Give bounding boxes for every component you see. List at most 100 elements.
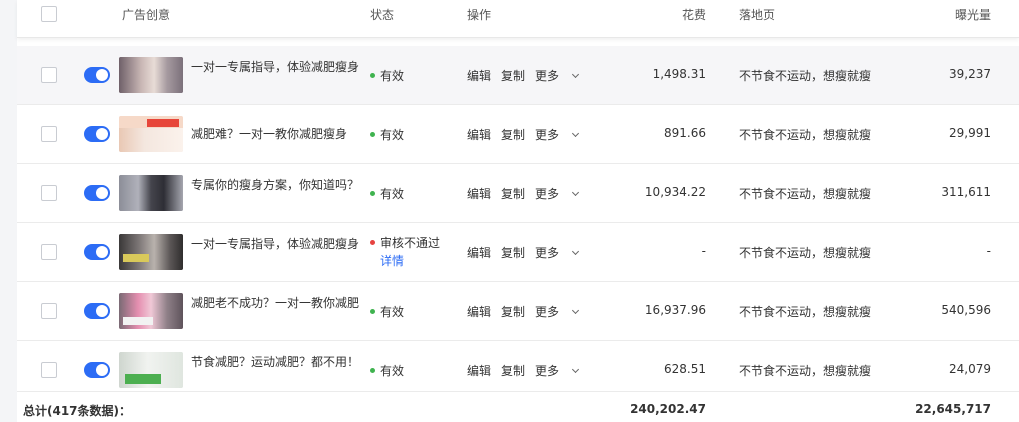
thumbnail-band bbox=[123, 254, 149, 262]
toggle-knob bbox=[96, 364, 108, 376]
edit-link[interactable]: 编辑 bbox=[467, 69, 491, 83]
table-row: 专属你的瘦身方案，你知道吗？ 有效 编辑 复制 更多 10,934.22 不节食不运… bbox=[17, 164, 1019, 223]
status-detail-link[interactable]: 详情 bbox=[380, 252, 440, 270]
copy-link[interactable]: 复制 bbox=[501, 128, 525, 142]
spend-value: 1,498.31 bbox=[652, 67, 706, 81]
more-dropdown[interactable]: 更多 bbox=[535, 364, 580, 378]
copy-link[interactable]: 复制 bbox=[501, 69, 525, 83]
column-header-creative[interactable]: 广告创意 bbox=[122, 0, 170, 30]
edit-link[interactable]: 编辑 bbox=[467, 187, 491, 201]
select-all-checkbox[interactable] bbox=[41, 6, 57, 22]
column-header-status[interactable]: 状态 bbox=[370, 0, 394, 30]
creative-title[interactable]: 减肥难？一对一教你减肥瘦身 bbox=[191, 124, 361, 144]
table-row: 减肥老不成功？一对一教你减肥 有效 编辑 复制 更多 16,937.96 不节食不运… bbox=[17, 282, 1019, 341]
impressions-value: 540,596 bbox=[941, 303, 991, 317]
creative-thumbnail[interactable] bbox=[119, 116, 183, 152]
status-cell: 审核不通过 详情 bbox=[370, 234, 440, 270]
creative-title[interactable]: 专属你的瘦身方案，你知道吗？ bbox=[191, 175, 361, 215]
row-actions: 编辑 复制 更多 bbox=[467, 67, 588, 84]
more-dropdown[interactable]: 更多 bbox=[535, 69, 580, 83]
landing-page-link[interactable]: 不节食不运动，想瘦就瘦 bbox=[739, 67, 871, 84]
status-text: 有效 bbox=[380, 364, 405, 378]
copy-link[interactable]: 复制 bbox=[501, 305, 525, 319]
row-actions: 编辑 复制 更多 bbox=[467, 126, 588, 143]
creative-title[interactable]: 节食减肥？运动减肥？都不用！ bbox=[191, 352, 361, 392]
table-row: 一对一专属指导，体验减肥瘦身 有效 编辑 复制 更多 1,498.31 不节食不运动… bbox=[17, 46, 1019, 105]
status-cell: 有效 bbox=[370, 67, 404, 84]
thumbnail-band bbox=[119, 175, 183, 211]
status-cell: 有效 bbox=[370, 303, 404, 320]
toggle-knob bbox=[96, 305, 108, 317]
status-cell: 有效 bbox=[370, 185, 404, 202]
column-header-impressions[interactable]: 曝光量 bbox=[857, 0, 991, 30]
status-dot bbox=[370, 240, 375, 245]
landing-page-link[interactable]: 不节食不运动，想瘦就瘦 bbox=[739, 126, 871, 143]
enable-toggle[interactable] bbox=[84, 67, 110, 83]
landing-page-link[interactable]: 不节食不运动，想瘦就瘦 bbox=[739, 303, 871, 320]
toggle-knob bbox=[96, 128, 108, 140]
status-dot bbox=[370, 309, 375, 314]
landing-page-link[interactable]: 不节食不运动，想瘦就瘦 bbox=[739, 362, 871, 379]
more-dropdown[interactable]: 更多 bbox=[535, 246, 580, 260]
creative-title[interactable]: 一对一专属指导，体验减肥瘦身 bbox=[191, 234, 361, 274]
row-checkbox[interactable] bbox=[41, 67, 57, 83]
column-header-spend[interactable]: 花费 bbox=[577, 0, 706, 30]
edit-link[interactable]: 编辑 bbox=[467, 364, 491, 378]
creative-thumbnail[interactable] bbox=[119, 175, 183, 211]
edit-link[interactable]: 编辑 bbox=[467, 128, 491, 142]
creative-thumbnail[interactable] bbox=[119, 57, 183, 93]
status-dot bbox=[370, 132, 375, 137]
thumbnail-band bbox=[119, 57, 183, 93]
row-checkbox[interactable] bbox=[41, 303, 57, 319]
landing-page-link[interactable]: 不节食不运动，想瘦就瘦 bbox=[739, 244, 871, 261]
spend-value: - bbox=[701, 244, 706, 258]
status-text: 有效 bbox=[380, 69, 405, 83]
table-footer-summary: 总计(417条数据)： 240,202.47 22,645,717 bbox=[17, 391, 1019, 422]
spend-value: 16,937.96 bbox=[644, 303, 706, 317]
enable-toggle[interactable] bbox=[84, 126, 110, 142]
total-spend: 240,202.47 bbox=[630, 402, 706, 416]
row-actions: 编辑 复制 更多 bbox=[467, 362, 588, 379]
status-text: 有效 bbox=[380, 128, 405, 142]
creative-title[interactable]: 减肥老不成功？一对一教你减肥 bbox=[191, 293, 361, 333]
status-dot bbox=[370, 368, 375, 373]
copy-link[interactable]: 复制 bbox=[501, 246, 525, 260]
creative-thumbnail[interactable] bbox=[119, 234, 183, 270]
creative-thumbnail[interactable] bbox=[119, 293, 183, 329]
enable-toggle[interactable] bbox=[84, 244, 110, 260]
edit-link[interactable]: 编辑 bbox=[467, 305, 491, 319]
row-actions: 编辑 复制 更多 bbox=[467, 244, 588, 261]
total-label: 总计(417条数据)： bbox=[23, 404, 132, 418]
spend-value: 628.51 bbox=[664, 362, 706, 376]
thumbnail-band bbox=[125, 374, 161, 384]
thumbnail-band bbox=[119, 234, 183, 270]
more-dropdown[interactable]: 更多 bbox=[535, 305, 580, 319]
total-impressions: 22,645,717 bbox=[915, 402, 991, 416]
enable-toggle[interactable] bbox=[84, 362, 110, 378]
creative-thumbnail[interactable] bbox=[119, 352, 183, 388]
enable-toggle[interactable] bbox=[84, 303, 110, 319]
status-text: 有效 bbox=[380, 187, 405, 201]
status-dot bbox=[370, 73, 375, 78]
more-dropdown[interactable]: 更多 bbox=[535, 128, 580, 142]
landing-page-link[interactable]: 不节食不运动，想瘦就瘦 bbox=[739, 185, 871, 202]
spend-value: 10,934.22 bbox=[644, 185, 706, 199]
thumbnail-band bbox=[147, 119, 179, 127]
row-checkbox[interactable] bbox=[41, 185, 57, 201]
creative-title[interactable]: 一对一专属指导，体验减肥瘦身 bbox=[191, 57, 361, 97]
column-header-actions: 操作 bbox=[467, 8, 492, 22]
copy-link[interactable]: 复制 bbox=[501, 187, 525, 201]
ad-creative-table: 广告创意 状态 操作 花费 落地页 曝光量 一对一专属指导，体验减肥瘦身 有效 … bbox=[17, 0, 1019, 422]
row-checkbox[interactable] bbox=[41, 126, 57, 142]
copy-link[interactable]: 复制 bbox=[501, 364, 525, 378]
toggle-knob bbox=[96, 246, 108, 258]
spend-value: 891.66 bbox=[664, 126, 706, 140]
enable-toggle[interactable] bbox=[84, 185, 110, 201]
row-checkbox[interactable] bbox=[41, 244, 57, 260]
table-header: 广告创意 状态 操作 花费 落地页 曝光量 bbox=[17, 0, 1019, 38]
more-dropdown[interactable]: 更多 bbox=[535, 187, 580, 201]
impressions-value: 311,611 bbox=[941, 185, 991, 199]
column-header-landing-page[interactable]: 落地页 bbox=[739, 0, 775, 30]
edit-link[interactable]: 编辑 bbox=[467, 246, 491, 260]
row-checkbox[interactable] bbox=[41, 362, 57, 378]
